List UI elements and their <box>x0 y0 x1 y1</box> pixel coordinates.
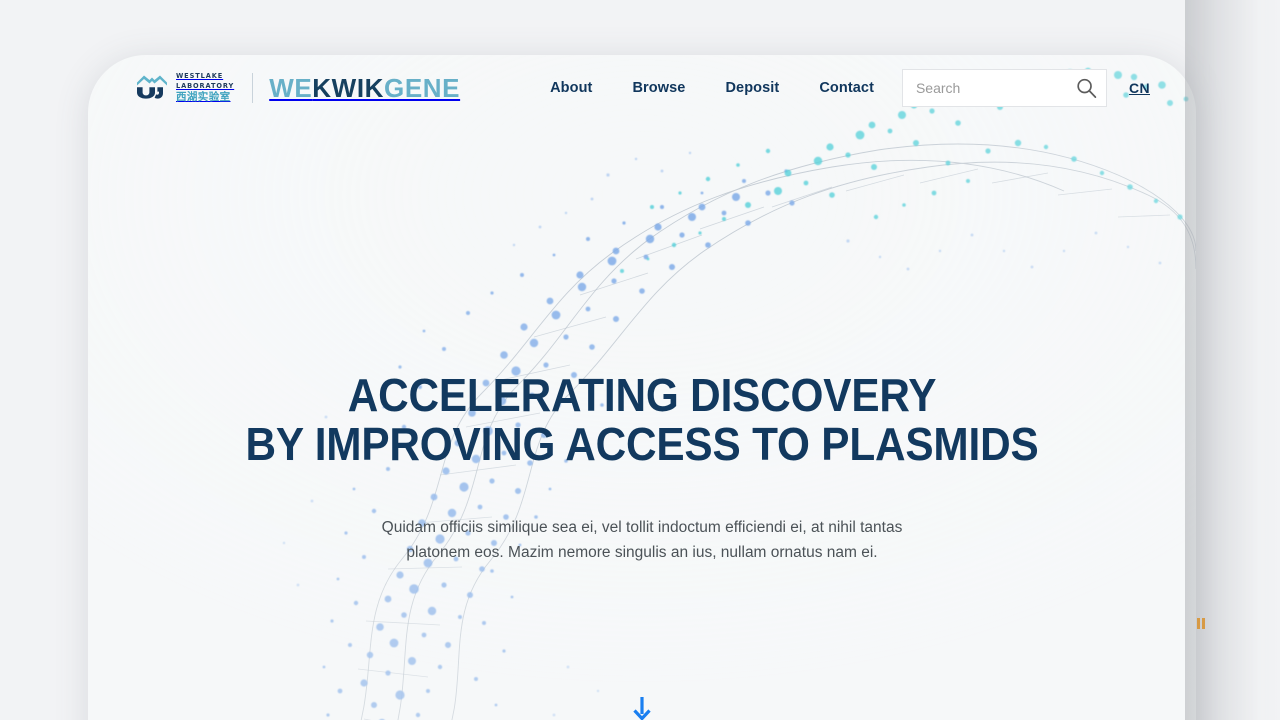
wordmark-segment-kwik: KWIK <box>312 73 385 103</box>
desktop-canvas: WESTLAKE LABORATORY 西湖实验室 WEKWIKGENE Abo… <box>0 0 1280 720</box>
brand-logo-link[interactable]: WESTLAKE LABORATORY 西湖实验室 WEKWIKGENE <box>135 70 460 106</box>
nav-item-deposit[interactable]: Deposit <box>725 80 779 96</box>
hero-subtitle: Quidam officiis similique sea ei, vel to… <box>88 515 1196 565</box>
westlake-cn-name: 西湖实验室 <box>176 91 231 103</box>
hero-section: ACCELERATING DISCOVERY BY IMPROVING ACCE… <box>88 55 1196 565</box>
nav-item-browse[interactable]: Browse <box>632 80 685 96</box>
gutter-pause-marker <box>1197 618 1206 629</box>
hero-title-line-1: ACCELERATING DISCOVERY <box>347 369 937 421</box>
hero-subtitle-line-1: Quidam officiis similique sea ei, vel to… <box>381 519 903 536</box>
gutter-marker-bar-right <box>1202 618 1205 629</box>
westlake-laboratory-mark-icon <box>135 73 169 104</box>
page-title: ACCELERATING DISCOVERY BY IMPROVING ACCE… <box>132 371 1151 469</box>
westlake-en-line1: WESTLAKE <box>176 72 224 80</box>
search-icon[interactable] <box>1076 78 1097 99</box>
westlake-en-line2: LABORATORY <box>176 81 235 90</box>
westlake-laboratory-wordmark: WESTLAKE LABORATORY 西湖实验室 <box>176 72 235 103</box>
hero-title-line-2: BY IMPROVING ACCESS TO PLASMIDS <box>245 418 1039 470</box>
header-utilities: CN <box>901 69 1150 107</box>
gutter-marker-bar-left <box>1197 618 1200 629</box>
hero-subtitle-line-2: platonem eos. Mazim nemore singulis an i… <box>406 544 878 561</box>
site-header: WESTLAKE LABORATORY 西湖实验室 WEKWIKGENE Abo… <box>88 55 1196 121</box>
nav-item-about[interactable]: About <box>550 80 592 96</box>
search-box[interactable] <box>901 69 1107 107</box>
scroll-down-button[interactable] <box>88 695 1196 720</box>
nav-item-contact[interactable]: Contact <box>819 80 874 96</box>
wordmark-segment-we: WE <box>269 73 313 103</box>
hero-background-artwork <box>88 55 1196 720</box>
arrow-down-icon[interactable] <box>631 695 653 720</box>
main-navigation: About Browse Deposit Contact <box>550 80 874 96</box>
brand-divider <box>252 73 254 103</box>
westlake-laboratory-logo: WESTLAKE LABORATORY 西湖实验室 <box>135 72 235 104</box>
wordmark-segment-gene: GENE <box>384 73 461 103</box>
wekwikgene-wordmark: WEKWIKGENE <box>269 75 460 101</box>
page-edge-shadow <box>1185 0 1280 720</box>
language-toggle-cn[interactable]: CN <box>1129 80 1150 96</box>
browser-page: WESTLAKE LABORATORY 西湖实验室 WEKWIKGENE Abo… <box>88 55 1196 720</box>
